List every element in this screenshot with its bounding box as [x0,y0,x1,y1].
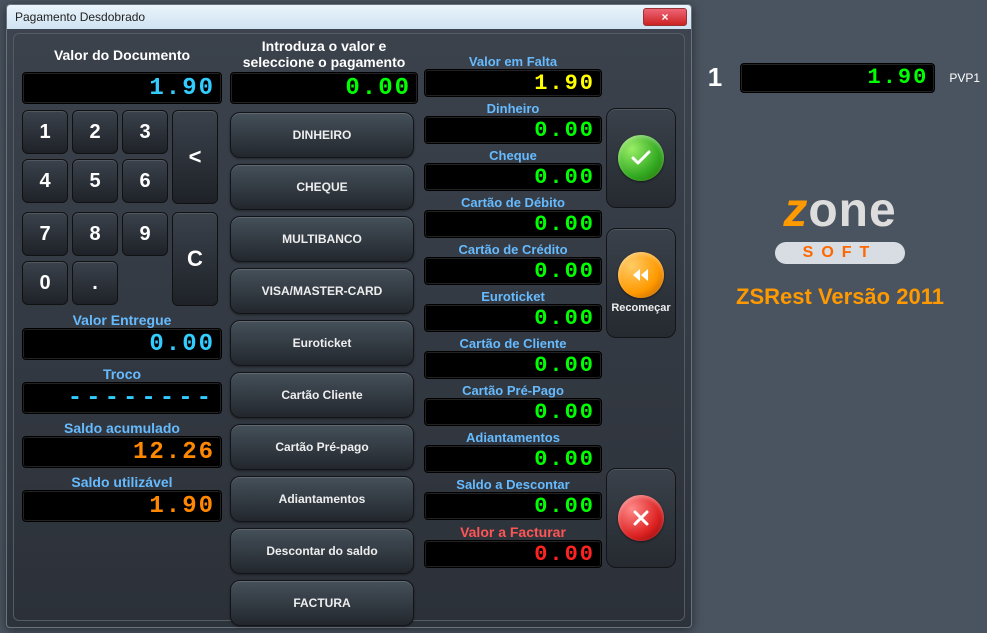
pay-cartao-cliente[interactable]: Cartão Cliente [230,372,414,418]
key-2[interactable]: 2 [72,110,118,154]
key-7[interactable]: 7 [22,212,68,256]
value-row-label: Cartão de Cliente [424,336,602,351]
value-row-label: Adiantamentos [424,430,602,445]
value-row-label: Cheque [424,148,602,163]
doc-value-header: Valor do Documento [22,38,222,72]
value-row-display: 0.00 [424,257,602,285]
value-row-label: Euroticket [424,289,602,304]
logo-soft: SOFT [775,242,906,264]
value-row-label: Cartão de Crédito [424,242,602,257]
pay-visa[interactable]: VISA/MASTER-CARD [230,268,414,314]
usable-label: Saldo utilizável [22,474,222,490]
side-pvp: PVP1 [949,71,980,85]
value-row-display: 0.00 [424,398,602,426]
key-8[interactable]: 8 [72,212,118,256]
value-row-display: 0.00 [424,351,602,379]
key-3[interactable]: 3 [122,110,168,154]
key-backspace[interactable]: < [172,110,218,204]
restart-button[interactable]: Recomeçar [606,228,676,338]
cancel-button[interactable] [606,468,676,568]
delivered-label: Valor Entregue [22,312,222,328]
restart-caption: Recomeçar [611,302,670,314]
key-9[interactable]: 9 [122,212,168,256]
version-text: ZSRest Versão 2011 [700,284,980,310]
key-1[interactable]: 1 [22,110,68,154]
value-row-label: Saldo a Descontar [424,477,602,492]
pay-dinheiro[interactable]: DINHEIRO [230,112,414,158]
pay-factura[interactable]: FACTURA [230,580,414,626]
rewind-icon [618,252,664,298]
logo-z: z [783,184,808,237]
check-icon [618,135,664,181]
confirm-button[interactable] [606,108,676,208]
value-row-display: 1.90 [424,69,602,97]
pay-cartao-prepago[interactable]: Cartão Pré-pago [230,424,414,470]
logo-one: one [808,184,896,237]
value-row-display: 0.00 [424,210,602,238]
pay-adiantamentos[interactable]: Adiantamentos [230,476,414,522]
value-row-label: Valor a Facturar [424,524,602,540]
doc-value-display: 1.90 [22,72,222,104]
pay-descontar-saldo[interactable]: Descontar do saldo [230,528,414,574]
x-icon [618,495,664,541]
side-value-display: 1.90 [740,63,935,93]
change-display: -------- [22,382,222,414]
pay-multibanco[interactable]: MULTIBANCO [230,216,414,262]
value-row-label: Cartão Pré-Pago [424,383,602,398]
brand-logo: zone SOFT [700,183,980,264]
accum-display: 12.26 [22,436,222,468]
key-dot[interactable]: . [72,261,118,305]
close-button[interactable]: × [643,8,687,26]
value-row-label: Cartão de Débito [424,195,602,210]
payment-dialog: Pagamento Desdobrado × Valor do Document… [6,4,692,628]
key-5[interactable]: 5 [72,159,118,203]
window-title: Pagamento Desdobrado [15,10,643,24]
titlebar: Pagamento Desdobrado × [7,5,691,29]
value-row-display: 0.00 [424,445,602,473]
key-4[interactable]: 4 [22,159,68,203]
value-row-label: Valor em Falta [424,54,602,69]
accum-label: Saldo acumulado [22,420,222,436]
value-row-display: 0.00 [424,163,602,191]
key-0[interactable]: 0 [22,261,68,305]
key-clear[interactable]: C [172,212,218,306]
value-row-display: 0.00 [424,304,602,332]
value-row-display: 0.00 [424,540,602,568]
close-icon: × [661,10,668,24]
change-label: Troco [22,366,222,382]
dialog-body: Valor do Documento 1.90 1 2 3 4 5 6 < [13,33,685,621]
usable-display: 1.90 [22,490,222,522]
side-index: 1 [700,62,730,93]
pay-cheque[interactable]: CHEQUE [230,164,414,210]
side-panel: 1 1.90 PVP1 zone SOFT ZSRest Versão 2011 [700,62,980,310]
value-row-display: 0.00 [424,492,602,520]
key-6[interactable]: 6 [122,159,168,203]
numeric-keypad: 1 2 3 4 5 6 < 7 8 9 0 [22,110,222,306]
input-header: Introduza o valor eseleccione o pagament… [230,38,418,72]
delivered-display: 0.00 [22,328,222,360]
input-display[interactable]: 0.00 [230,72,418,104]
pay-euroticket[interactable]: Euroticket [230,320,414,366]
value-row-label: Dinheiro [424,101,602,116]
value-row-display: 0.00 [424,116,602,144]
